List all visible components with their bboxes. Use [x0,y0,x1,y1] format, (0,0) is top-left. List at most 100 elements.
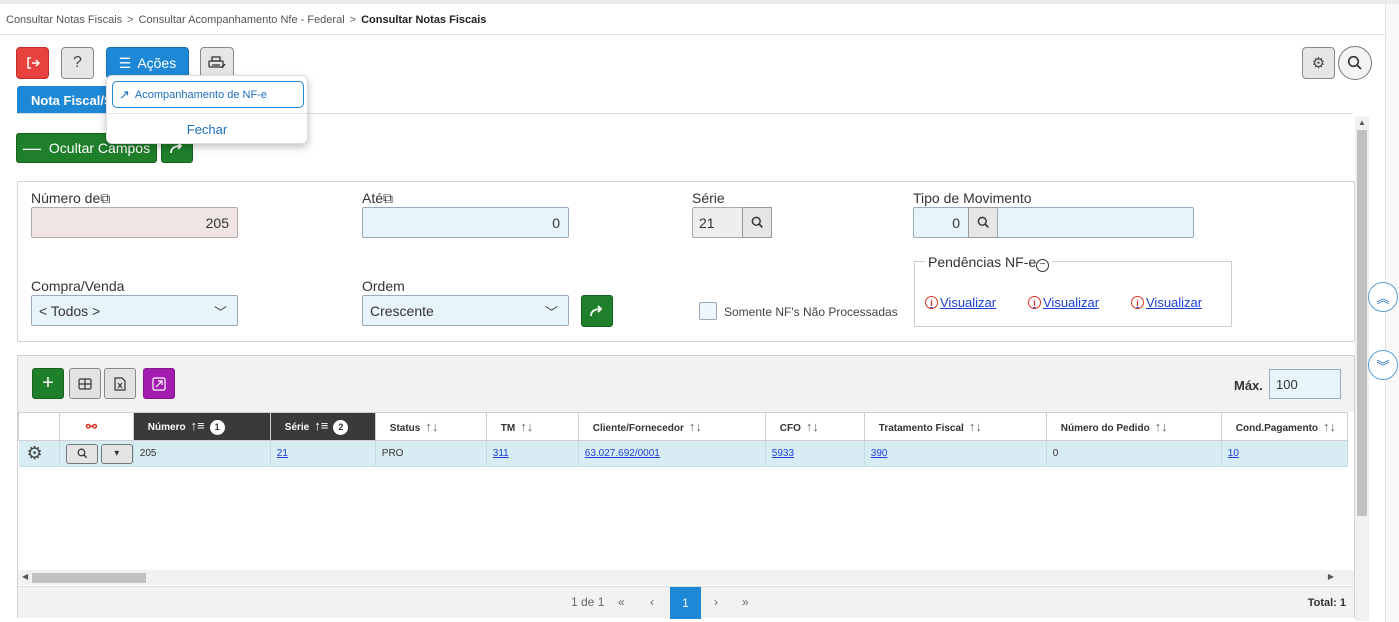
row-settings[interactable]: ⚙ [18,440,60,467]
list-icon: ☰ [118,54,132,71]
copy-icon[interactable]: ⧉ [383,190,393,206]
help-label: ? [73,54,82,71]
excel-file-icon [114,376,126,391]
scroll-up-arrow[interactable]: ▲ [1358,118,1366,127]
top-strip [0,0,1399,4]
column-header-numero[interactable]: Número ↑≡ 1 [132,412,271,441]
scroll-bottom-button[interactable]: ︾ [1368,350,1398,380]
column-header-tm[interactable]: TM ↑↓ [485,412,579,441]
column-header-serie[interactable]: Série ↑≡ 2 [269,412,376,441]
breadcrumb-current: Consultar Notas Fiscais [361,14,487,26]
column-header-status[interactable]: Status ↑↓ [374,412,487,441]
column-header-tratamento[interactable]: Tratamento Fiscal ↑↓ [863,412,1047,441]
header-clear-filter[interactable]: ⚯ [59,412,134,441]
chevron-down-icon: ▾ [114,448,120,459]
first-page-button[interactable]: « [618,595,625,609]
menu-item-label: Acompanhamento de NF-e [134,88,267,101]
menu-item-acompanhamento[interactable]: ↗ Acompanhamento de NF-e [112,81,304,108]
acoes-label: Ações [137,55,177,71]
sort-icon: ↑↓ [520,419,534,434]
tab-nota-fiscal[interactable]: Nota Fiscal/S [17,86,117,114]
scroll-left-arrow[interactable]: ◀ [22,572,28,581]
pendencia-visualizar-link-2[interactable]: i Visualizar [1028,295,1099,310]
max-label: Máx. [1234,378,1263,393]
cell-numero: 205 [133,440,271,467]
scrollbar-thumb[interactable] [1357,130,1367,516]
last-page-button[interactable]: » [742,595,749,609]
row-actions: ▾ [59,440,134,467]
forward-arrow-icon [590,305,603,317]
next-page-button[interactable]: › [714,595,718,609]
page-button-current[interactable]: 1 [670,587,701,619]
scroll-right-arrow[interactable]: ▶ [1328,572,1334,581]
scroll-top-button[interactable]: ︽ [1368,282,1398,312]
help-button[interactable]: ? [61,47,94,79]
serie-input[interactable]: 21 [692,207,744,238]
column-header-cfo[interactable]: CFO ↑↓ [764,412,865,441]
cell-tm-link[interactable]: 311 [493,448,509,459]
double-chevron-down-icon: ︾ [1376,358,1390,374]
cell-serie-link[interactable]: 21 [277,448,288,459]
numero-de-input[interactable]: 205 [31,207,238,238]
pendencia-visualizar-link-1[interactable]: i Visualizar [925,295,996,310]
breadcrumb-item-2[interactable]: Consultar Acompanhamento Nfe - Federal [139,14,345,26]
breadcrumb-separator: > [349,14,357,26]
serie-search-button[interactable] [742,207,772,238]
somente-nao-processadas-checkbox[interactable] [699,302,717,320]
cell-cond-link[interactable]: 10 [1228,448,1239,459]
results-table: ⚯ Número ↑≡ 1 Série ↑≡ 2 Status ↑↓ TM ↑↓ Clien… [18,412,1348,467]
somente-nao-processadas-label: Somente NF's Não Processadas [724,305,898,319]
pendencia-visualizar-link-3[interactable]: i Visualizar [1131,295,1202,310]
tipo-movimento-input[interactable]: 0 [913,207,969,238]
exit-button[interactable] [16,47,49,79]
tipo-movimento-search-button[interactable] [968,207,998,238]
page-info: 1 de 1 [571,595,605,609]
collapse-minus-icon[interactable]: − [1036,259,1050,272]
ate-input[interactable]: 0 [362,207,569,238]
info-icon: i [1028,296,1041,309]
cell-cliente-link[interactable]: 63.027.692/0001 [585,448,660,459]
user-filter-icon: ⚯ [86,418,97,434]
row-expand-button[interactable]: ▾ [100,443,133,464]
table-row[interactable]: ⚙ ▾ 205 21 PRO 311 63.027.692/0001 5933 … [18,440,1348,467]
settings-button[interactable]: ⚙ [1302,47,1335,79]
cell-cfo-link[interactable]: 5933 [772,448,794,459]
numero-de-label: Número de⧉ [31,190,111,206]
search-icon [77,448,87,459]
external-link-icon: ↗ [119,86,130,102]
sort-icon: ↑↓ [968,419,982,434]
search-button[interactable] [1338,46,1372,80]
copy-icon[interactable]: ⧉ [100,190,110,206]
columns-grid-icon [78,377,92,390]
grid-horizontal-scrollbar[interactable]: ◀ ▶ [18,570,1354,585]
column-header-pedido[interactable]: Número do Pedido ↑↓ [1045,412,1222,441]
column-header-cond[interactable]: Cond.Pagamento ↑↓ [1220,412,1348,441]
chevron-down-icon: ﹀ [544,305,558,320]
expand-button[interactable] [143,368,175,399]
prev-page-button[interactable]: ‹ [650,595,654,609]
cell-tratamento-link[interactable]: 390 [871,448,888,459]
breadcrumb-item-1[interactable]: Consultar Notas Fiscais [6,14,122,26]
scrollbar-thumb[interactable] [32,573,146,583]
ordem-select[interactable]: Crescente ﹀ [362,295,569,326]
panel-scrollbar[interactable]: ▲ [1355,116,1369,621]
tipo-movimento-label: Tipo de Movimento [913,190,1032,206]
search-icon [751,216,763,228]
max-input[interactable]: 100 [1269,369,1341,399]
add-button[interactable]: + [32,368,64,399]
column-header-cliente[interactable]: Cliente/Fornecedor ↑↓ [577,412,766,441]
row-view-button[interactable] [66,443,98,464]
export-excel-button[interactable] [104,368,136,399]
menu-close-button[interactable]: Fechar [107,122,307,137]
columns-button[interactable] [69,368,101,399]
apply-filter-button[interactable] [581,295,613,327]
pagination: 1 de 1 « ‹ 1 › » Total: 1 [18,586,1354,619]
page-scrollbar[interactable] [1385,4,1399,622]
chevron-down-icon: ﹀ [213,305,227,320]
gear-icon: ⚙ [1311,55,1326,72]
cell-status: PRO [375,440,487,467]
sort-icon: ↑↓ [425,419,439,434]
ate-label: Até⧉ [362,190,394,206]
sort-asc-icon: ↑≡ [190,418,205,433]
compra-venda-select[interactable]: < Todos > ﹀ [31,295,238,326]
